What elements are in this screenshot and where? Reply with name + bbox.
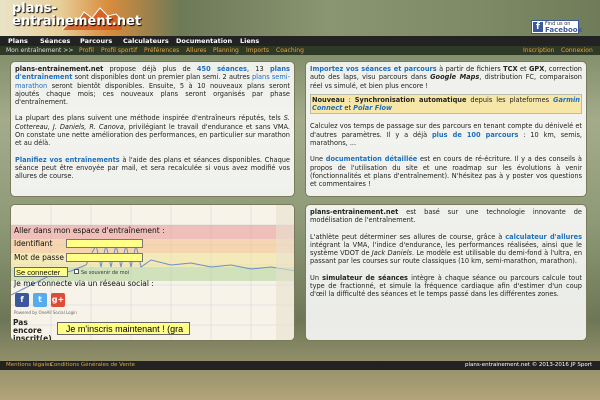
subnav-profil-sportif[interactable]: Profil sportif (101, 47, 137, 54)
import-link[interactable]: Importez vos séances et parcours (310, 65, 437, 73)
technology-panel: plans-entrainement.net est basé sur une … (305, 204, 587, 341)
intro-paragraph-1: plans-entrainement.net propose déjà plus… (15, 65, 290, 106)
subnav-connexion[interactable]: Connexion (561, 47, 593, 54)
tech-paragraph-2: L'athlète peut déterminer ses allures de… (310, 233, 582, 266)
nav-calculateurs[interactable]: Calculateurs (123, 37, 169, 45)
password-input[interactable] (66, 253, 143, 262)
nav-parcours[interactable]: Parcours (80, 37, 112, 45)
text: L'athlète peut déterminer ses allures de… (310, 232, 506, 241)
intro-paragraph-3: Planifiez vos entraînements à l'aide des… (15, 156, 290, 181)
site-name: plans-entrainement.net (15, 65, 104, 73)
tcx-label: TCX (503, 65, 518, 73)
subnav-preferences[interactable]: Préférences (144, 47, 179, 54)
sync-notice: Nouveau : Synchronisation automatique de… (310, 93, 582, 115)
sync-label: Synchronisation automatique (354, 95, 467, 104)
text: propose déjà plus de (103, 65, 197, 73)
text: Une (310, 155, 326, 164)
text: , 13 (246, 65, 270, 73)
intro-paragraph-2: La plupart des plans suivent une méthode… (15, 114, 290, 147)
subnav-imports[interactable]: Imports (246, 47, 269, 54)
text: : (344, 95, 355, 104)
subnav-current: Mon entraînement >> (6, 46, 74, 54)
calculateur-allures-link[interactable]: calculateur d'allures (505, 233, 582, 241)
google-maps-label: Google Maps (430, 73, 480, 82)
facebook-icon[interactable]: f (15, 293, 29, 307)
copyright: plans-entrainement.net © 2013-2016 JP Sp… (465, 361, 593, 368)
parcours-link[interactable]: plus de 100 parcours (432, 131, 518, 139)
text: La plupart des plans suivent une méthode… (15, 114, 284, 123)
text: et (342, 104, 354, 113)
tech-paragraph-3: Un simulateur de séances intègre à chaqu… (310, 274, 582, 299)
site-logo[interactable]: plans- entrainement.net (12, 2, 141, 28)
not-registered-text: Pas encore inscrit(e) ? (13, 318, 52, 341)
text: à partir de fichiers (436, 65, 504, 73)
remember-label: Se souvenir de moi (81, 270, 130, 276)
simulateur-label: simulateur de séances (322, 273, 408, 282)
polar-link[interactable]: Polar Flow (353, 104, 392, 112)
subnav-profil[interactable]: Profil (79, 47, 94, 54)
text: Un (310, 273, 323, 282)
seances-link[interactable]: 450 séances (197, 65, 247, 73)
facebook-icon: f (533, 22, 543, 32)
nav-liens[interactable]: Liens (240, 37, 259, 45)
logo-line-2: entrainement.net (12, 14, 142, 29)
identifiant-label: Identifiant (14, 239, 53, 248)
subnav-allures[interactable]: Allures (186, 47, 206, 54)
facebook-label: Facebook (545, 26, 583, 34)
register-button[interactable]: Je m'inscris maintenant ! (gra (57, 322, 190, 335)
intro-panel: plans-entrainement.net propose déjà plus… (10, 61, 295, 197)
features-paragraph-4: Une documentation détaillée est en cours… (310, 155, 582, 188)
login-panel: Aller dans mon espace d'entraînement : I… (10, 204, 295, 341)
site-name: plans-entrainement.net (310, 208, 399, 216)
subnav-planning[interactable]: Planning (213, 47, 239, 54)
login-title: Aller dans mon espace d'entraînement : (14, 226, 165, 235)
jack-daniels: Jack Daniels (371, 249, 412, 258)
password-label: Mot de passe (14, 253, 64, 262)
nav-plans[interactable]: Plans (8, 37, 28, 45)
documentation-link[interactable]: documentation détaillée (326, 155, 418, 163)
features-panel: Importez vos séances et parcours à parti… (305, 61, 587, 197)
nav-documentation[interactable]: Documentation (176, 37, 232, 45)
gpx-label: GPX (529, 65, 545, 73)
features-paragraph-1: Importez vos séances et parcours à parti… (310, 65, 582, 90)
footer-mentions-link[interactable]: Mentions légales (6, 362, 52, 368)
features-paragraph-3: Calculez vos temps de passage sur des pa… (310, 122, 582, 147)
planifiez-link[interactable]: Planifiez vos entraînements (15, 156, 120, 164)
text: sont disponibles dont un premier plan se… (72, 73, 252, 82)
tech-paragraph-1: plans-entrainement.net est basé sur une … (310, 208, 582, 225)
subnav-inscription[interactable]: Inscription (523, 47, 554, 54)
nav-seances[interactable]: Séances (40, 37, 70, 45)
twitter-icon[interactable]: t (33, 293, 47, 307)
powered-by-text: Powered by OneAll Social Login (14, 310, 77, 315)
connect-button[interactable]: Se connecter (14, 267, 68, 277)
nouveau-label: Nouveau (312, 95, 345, 104)
text: seront bientôt disponibles. Ensuite, 5 à… (15, 81, 290, 107)
social-login-text: Je me connecte via un réseau social : (14, 279, 154, 288)
remember-checkbox[interactable] (74, 269, 79, 274)
identifiant-input[interactable] (66, 239, 143, 248)
google-plus-icon[interactable]: g+ (51, 293, 65, 307)
text: depuis les plateformes (466, 95, 554, 104)
footer-cgv-link[interactable]: Conditions Générales de Vente (50, 362, 135, 368)
text: et (517, 65, 529, 73)
subnav-coaching[interactable]: Coaching (276, 47, 304, 54)
